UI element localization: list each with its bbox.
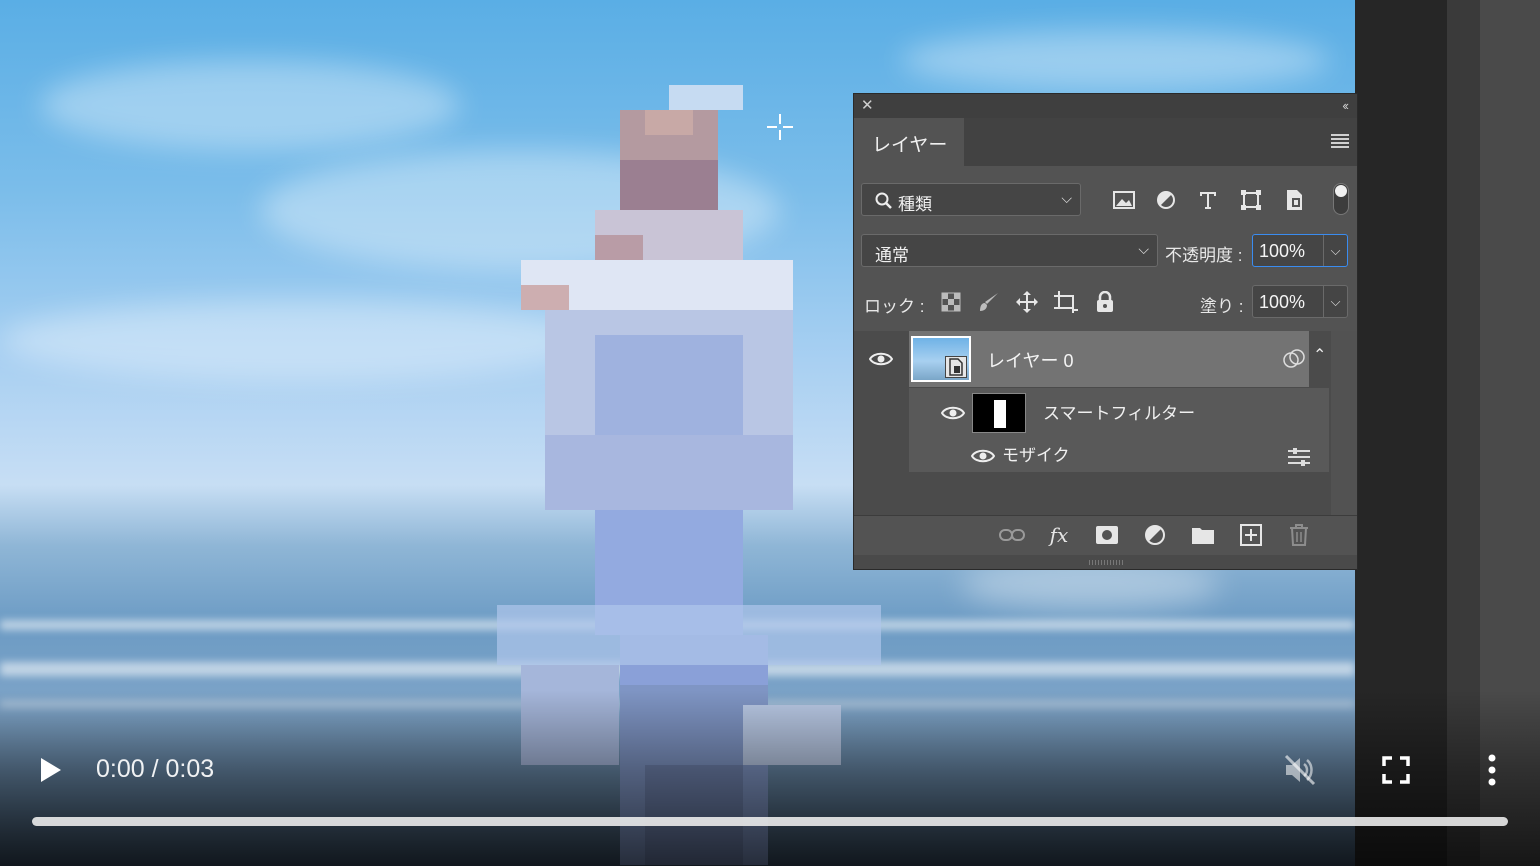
fill-value: 100% bbox=[1259, 292, 1306, 312]
video-player[interactable]: ✕ ‹‹ レイヤー 種類 ⌵ 通常 ⌵ 不透明度: 100% ⌵ ロック: … bbox=[0, 0, 1540, 866]
fullscreen-icon[interactable] bbox=[1382, 756, 1410, 784]
eye-icon[interactable] bbox=[941, 405, 965, 421]
type-filter-icon[interactable] bbox=[1195, 187, 1221, 213]
crosshair-cursor-icon bbox=[767, 114, 793, 140]
hamburger-menu-icon[interactable] bbox=[1331, 134, 1349, 148]
chevron-down-icon: ⌵ bbox=[1061, 190, 1072, 206]
layer-name: レイヤー 0 bbox=[987, 351, 1074, 371]
filter-toggle-switch[interactable] bbox=[1333, 183, 1349, 215]
new-layer-icon[interactable] bbox=[1238, 522, 1264, 548]
eye-icon[interactable] bbox=[869, 351, 893, 367]
panel-titlebar: ✕ ‹‹ bbox=[854, 94, 1357, 118]
lock-artboard-icon[interactable] bbox=[1053, 289, 1079, 315]
time-display: 0:00 / 0:03 bbox=[96, 755, 214, 784]
filter-blending-options-icon[interactable] bbox=[1287, 448, 1311, 466]
smart-filters-label: スマートフィルター bbox=[1043, 404, 1196, 423]
adjustment-filter-icon[interactable] bbox=[1153, 187, 1179, 213]
shape-filter-icon[interactable] bbox=[1238, 187, 1264, 213]
more-vertical-icon[interactable] bbox=[1482, 752, 1502, 788]
close-icon[interactable]: ✕ bbox=[861, 97, 874, 115]
new-adjustment-layer-icon[interactable] bbox=[1142, 522, 1168, 548]
delete-layer-icon[interactable] bbox=[1286, 522, 1312, 548]
blend-mode-value: 通常 bbox=[875, 246, 909, 265]
duration: 0:03 bbox=[165, 755, 215, 783]
opacity-field[interactable]: 100% ⌵ bbox=[1252, 234, 1348, 267]
filter-mask-thumbnail[interactable] bbox=[972, 393, 1026, 433]
panel-tab-row: レイヤー bbox=[854, 118, 1357, 166]
image-filter-icon[interactable] bbox=[1111, 187, 1137, 213]
smart-object-filter-icon[interactable] bbox=[1281, 187, 1307, 213]
add-mask-icon[interactable] bbox=[1094, 522, 1120, 548]
muted-speaker-icon[interactable] bbox=[1282, 752, 1318, 788]
current-time: 0:00 bbox=[96, 755, 145, 783]
panel-resize-grip[interactable] bbox=[854, 555, 1357, 569]
link-layers-icon[interactable] bbox=[999, 522, 1025, 548]
filter-kind-label: 種類 bbox=[898, 195, 932, 214]
fill-field[interactable]: 100% ⌵ bbox=[1252, 285, 1348, 318]
layers-panel: ✕ ‹‹ レイヤー 種類 ⌵ 通常 ⌵ 不透明度: 100% ⌵ ロック: … bbox=[853, 93, 1358, 570]
layer-list: レイヤー 0 ⌃ スマートフィルター モザイク bbox=[854, 331, 1357, 515]
lock-image-pixels-icon[interactable] bbox=[976, 289, 1002, 315]
fill-label: 塗り : bbox=[1200, 297, 1244, 316]
opacity-value: 100% bbox=[1259, 241, 1306, 261]
progress-bar[interactable] bbox=[32, 817, 1508, 826]
fx-icon[interactable]: fx bbox=[1046, 522, 1072, 548]
layers-bottom-toolbar: fx bbox=[854, 515, 1357, 555]
smart-filters-row[interactable]: スマートフィルター bbox=[909, 388, 1329, 438]
chevron-down-icon[interactable]: ⌵ bbox=[1323, 235, 1347, 266]
filter-row-mosaic[interactable]: モザイク bbox=[909, 438, 1329, 472]
play-icon[interactable] bbox=[36, 755, 66, 785]
lock-all-icon[interactable] bbox=[1092, 289, 1118, 315]
time-separator: / bbox=[151, 755, 159, 783]
chevron-up-icon[interactable]: ⌃ bbox=[1313, 345, 1326, 365]
lock-transparent-pixels-icon[interactable] bbox=[938, 289, 964, 315]
chevron-down-icon: ⌵ bbox=[1138, 241, 1149, 257]
new-group-folder-icon[interactable] bbox=[1190, 522, 1216, 548]
layer-row[interactable]: レイヤー 0 bbox=[909, 331, 1309, 387]
lock-position-icon[interactable] bbox=[1014, 289, 1040, 315]
chevron-down-icon[interactable]: ⌵ bbox=[1323, 286, 1347, 317]
lock-label: ロック : bbox=[864, 297, 925, 316]
smart-object-badge-icon bbox=[945, 356, 967, 378]
smart-object-link-icon bbox=[1283, 349, 1305, 368]
layer-list-scroll-track[interactable] bbox=[1331, 331, 1357, 515]
layer-thumbnail bbox=[911, 336, 971, 382]
blend-mode-select[interactable]: 通常 ⌵ bbox=[861, 234, 1158, 267]
layer-filter-kind-select[interactable]: 種類 ⌵ bbox=[861, 183, 1081, 216]
opacity-label: 不透明度 : bbox=[1165, 246, 1243, 265]
tab-layers-label: レイヤー bbox=[872, 135, 948, 156]
eye-icon[interactable] bbox=[971, 448, 995, 464]
tab-layers[interactable]: レイヤー bbox=[854, 118, 964, 166]
search-icon bbox=[875, 192, 892, 209]
double-chevron-left-icon[interactable]: ‹‹ bbox=[1342, 97, 1349, 115]
filter-name: モザイク bbox=[1002, 446, 1070, 465]
